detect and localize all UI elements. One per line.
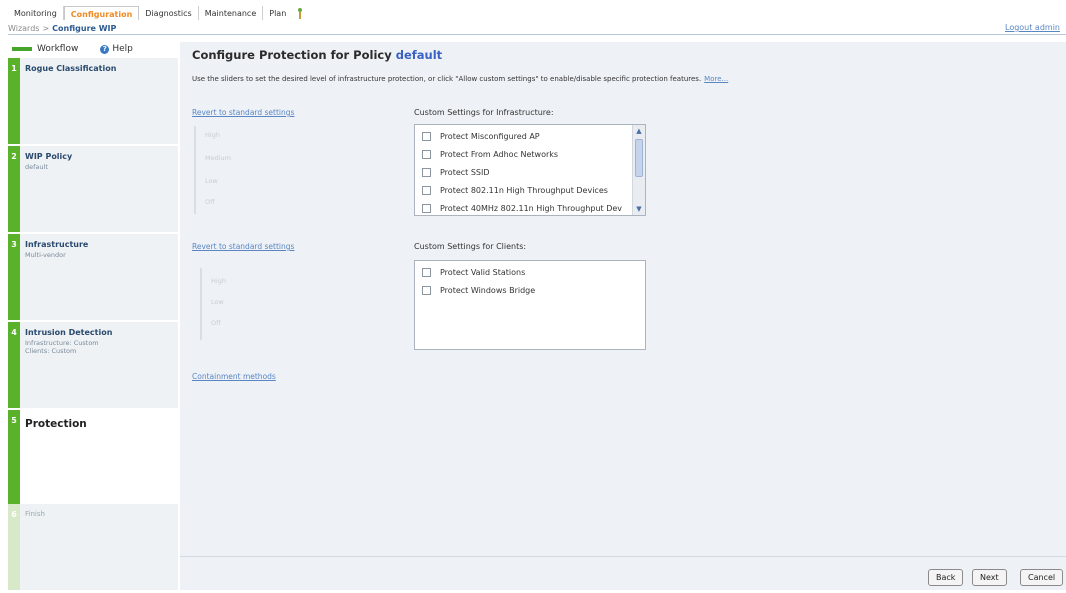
client-settings-list[interactable]: Protect Valid Stations Protect Windows B… (414, 260, 646, 350)
breadcrumb: Wizards > Configure WIP (8, 24, 116, 33)
logout-link[interactable]: Logout admin (1005, 23, 1060, 32)
page-title: Configure Protection for Policy default (192, 48, 442, 62)
checkbox[interactable] (422, 285, 431, 295)
list-scrollbar[interactable]: ▲ ▼ (632, 125, 645, 215)
list-item: Protect From Adhoc Networks (415, 145, 645, 163)
option-label: Protect 40MHz 802.11n High Throughput De… (440, 203, 623, 213)
workflow-label: Workflow (37, 44, 79, 54)
more-link[interactable]: More... (704, 75, 728, 83)
slider-level-off: Off (211, 319, 221, 327)
step-protection[interactable]: 5 Protection (8, 410, 178, 504)
step-title: WIP Policy (25, 152, 73, 161)
checkbox[interactable] (422, 267, 431, 277)
list-item: Protect Valid Stations (415, 263, 645, 281)
step-number: 5 (8, 410, 20, 504)
option-label: Protect 802.11n High Throughput Devices (440, 185, 608, 195)
plan-tool-icon[interactable] (294, 7, 306, 20)
step-subtitle: default (25, 163, 48, 171)
breadcrumb-current: Configure WIP (52, 24, 117, 33)
slider-level-low: Low (205, 177, 218, 185)
instructions-text: Use the sliders to set the desired level… (192, 75, 728, 83)
infrastructure-settings-list[interactable]: Protect Misconfigured AP Protect From Ad… (414, 124, 646, 216)
checkbox[interactable] (422, 149, 431, 159)
step-number: 2 (8, 146, 20, 232)
step-wip-policy[interactable]: 2 WIP Policy default (8, 146, 178, 232)
step-finish[interactable]: 6 Finish (8, 504, 178, 590)
help-link[interactable]: Help (112, 44, 133, 54)
step-title: Finish (25, 510, 45, 518)
page-title-prefix: Configure Protection for Policy (192, 48, 392, 62)
step-subtitle: Multi-vendor (25, 251, 66, 259)
checkbox[interactable] (422, 167, 431, 177)
containment-methods-link[interactable]: Containment methods (192, 372, 276, 381)
step-number: 3 (8, 234, 20, 320)
list-item: Protect 802.11n High Throughput Devices (415, 181, 645, 199)
breadcrumb-separator: > (42, 24, 50, 33)
slider-level-medium: Medium (205, 154, 231, 162)
checkbox[interactable] (422, 203, 431, 213)
checkbox[interactable] (422, 185, 431, 195)
header-divider (8, 34, 1066, 35)
list-item: Protect 40MHz 802.11n High Throughput De… (415, 199, 645, 215)
option-label: Protect SSID (440, 167, 490, 177)
list-item: Protect Misconfigured AP (415, 127, 645, 145)
client-protection-slider[interactable] (200, 268, 202, 340)
step-title: Rogue Classification (25, 64, 117, 73)
infrastructure-protection-slider[interactable] (194, 126, 196, 214)
tab-configuration[interactable]: Configuration (63, 6, 140, 20)
tab-monitoring[interactable]: Monitoring (8, 6, 64, 20)
slider-level-high: High (211, 277, 226, 285)
step-number: 6 (8, 504, 20, 590)
scroll-down-icon[interactable]: ▼ (635, 205, 643, 213)
option-label: Protect From Adhoc Networks (440, 149, 559, 159)
cancel-button[interactable]: Cancel (1020, 569, 1064, 586)
step-subtitle: Infrastructure: Custom Clients: Custom (25, 339, 99, 355)
slider-level-off: Off (205, 198, 215, 206)
list-item: Protect Windows Bridge (415, 281, 645, 299)
next-button[interactable]: Next (972, 569, 1007, 586)
option-label: Protect Valid Stations (440, 267, 526, 277)
tab-plan[interactable]: Plan (263, 6, 292, 20)
slider-level-low: Low (211, 298, 224, 306)
client-settings-title: Custom Settings for Clients: (414, 242, 527, 251)
slider-level-high: High (205, 131, 220, 139)
step-infrastructure[interactable]: 3 Infrastructure Multi-vendor (8, 234, 178, 320)
option-label: Protect Windows Bridge (440, 285, 536, 295)
main-content: Configure Protection for Policy default … (180, 42, 1066, 590)
step-title: Protection (25, 418, 87, 430)
top-navigation: Monitoring Configuration Diagnostics Mai… (8, 6, 306, 20)
breadcrumb-wizards[interactable]: Wizards (8, 24, 39, 33)
step-title: Infrastructure (25, 240, 89, 249)
instructions-body: Use the sliders to set the desired level… (192, 75, 702, 83)
step-rogue-classification[interactable]: 1 Rogue Classification (8, 58, 178, 144)
revert-infrastructure-link[interactable]: Revert to standard settings (192, 108, 294, 117)
revert-clients-link[interactable]: Revert to standard settings (192, 242, 294, 251)
step-intrusion-detection[interactable]: 4 Intrusion Detection Infrastructure: Cu… (8, 322, 178, 408)
scroll-up-icon[interactable]: ▲ (635, 127, 643, 135)
step-number: 1 (8, 58, 20, 144)
back-button[interactable]: Back (928, 569, 964, 586)
option-label: Protect Misconfigured AP (440, 131, 540, 141)
footer-divider (180, 556, 1066, 557)
sidebar-header: Workflow ? Help (8, 42, 178, 56)
step-number: 4 (8, 322, 20, 408)
workflow-sidebar: Workflow ? Help 1 Rogue Classification 2… (8, 42, 178, 590)
checkbox[interactable] (422, 131, 431, 141)
scroll-thumb[interactable] (635, 139, 643, 177)
list-item: Protect SSID (415, 163, 645, 181)
policy-name: default (395, 48, 443, 62)
tab-maintenance[interactable]: Maintenance (199, 6, 264, 20)
infrastructure-settings-title: Custom Settings for Infrastructure: (414, 108, 554, 117)
step-title: Intrusion Detection (25, 328, 113, 337)
tab-diagnostics[interactable]: Diagnostics (139, 6, 199, 20)
workflow-icon (12, 47, 32, 51)
help-icon[interactable]: ? (100, 44, 110, 54)
